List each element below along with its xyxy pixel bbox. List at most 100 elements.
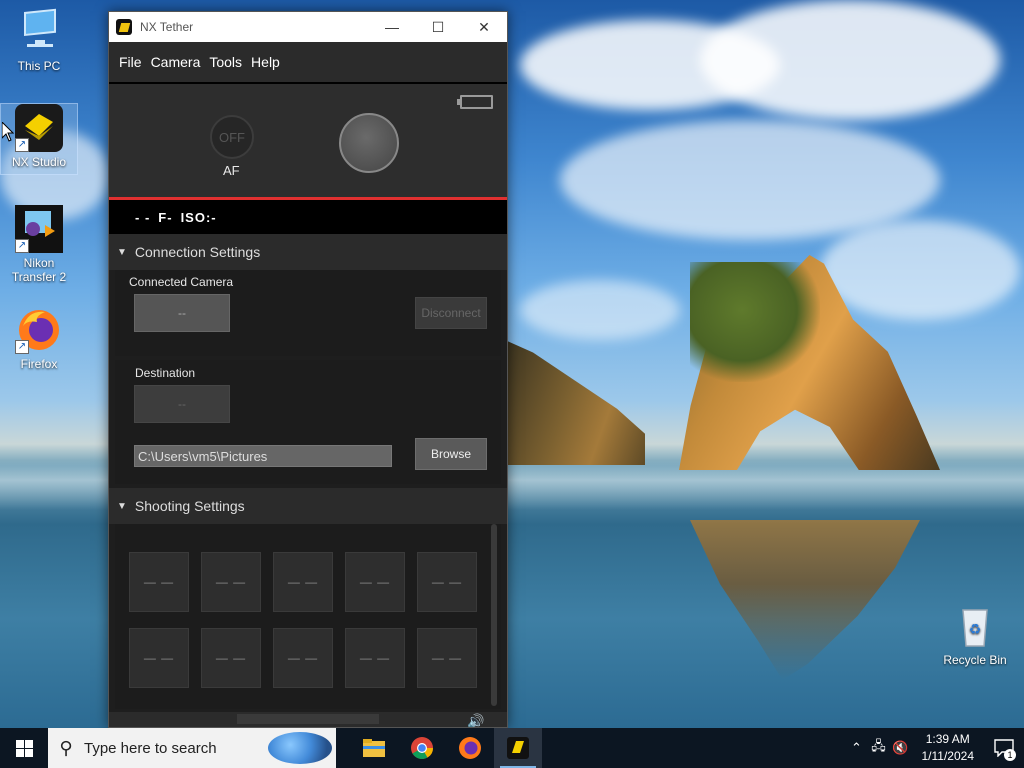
monitor-icon	[15, 8, 63, 56]
connection-settings-header[interactable]: ▼ Connection Settings	[109, 234, 507, 270]
chrome-icon	[411, 737, 433, 759]
shortcut-arrow-icon: ↗	[15, 239, 29, 253]
desktop-icon-recycle-bin[interactable]: ♻ Recycle Bin	[937, 602, 1013, 667]
taskbar-file-explorer[interactable]	[350, 728, 398, 768]
taskbar-nx-tether[interactable]	[494, 728, 542, 768]
mouse-cursor-icon	[2, 122, 14, 142]
firefox-icon: ↗	[15, 306, 63, 354]
menu-tools[interactable]: Tools	[205, 54, 246, 70]
iso-value: ISO:-	[180, 209, 217, 225]
collapse-triangle-icon: ▼	[117, 500, 127, 512]
shortcut-arrow-icon: ↗	[15, 340, 29, 354]
battery-icon	[457, 95, 493, 109]
shooting-setting-tile[interactable]: — —	[129, 552, 189, 612]
shooting-setting-tile[interactable]: — —	[345, 628, 405, 688]
search-placeholder: Type here to search	[84, 739, 217, 757]
vertical-scrollbar[interactable]	[491, 524, 497, 706]
taskbar-firefox[interactable]	[446, 728, 494, 768]
cloud	[820, 220, 1020, 320]
disconnect-button[interactable]: Disconnect	[415, 297, 487, 329]
folder-icon	[363, 739, 385, 757]
connected-camera-panel: Connected Camera -- Disconnect	[115, 270, 501, 356]
menu-bar: File Camera Tools Help	[109, 42, 507, 84]
cloud	[520, 280, 680, 340]
nx-tether-window: NX Tether — ☐ ✕ File Camera Tools Help O…	[108, 11, 508, 728]
svg-text:♻: ♻	[969, 621, 982, 637]
cloud	[560, 120, 940, 240]
notification-count-badge: 1	[1004, 749, 1016, 761]
shooting-settings-panel: — — — — — — — — — — — — — — — — — — — —	[115, 524, 501, 709]
menu-file[interactable]: File	[115, 54, 146, 70]
notification-center-button[interactable]: 1	[984, 728, 1024, 768]
shooting-setting-tile[interactable]: — —	[345, 552, 405, 612]
af-toggle-button[interactable]: OFF	[210, 115, 254, 159]
destination-panel: Destination -- C:\Users\vm5\Pictures Bro…	[115, 360, 501, 484]
menu-camera[interactable]: Camera	[147, 54, 205, 70]
network-icon[interactable]: 🖧	[868, 737, 890, 759]
firefox-icon	[459, 737, 481, 759]
rock-vegetation	[690, 262, 820, 382]
volume-muted-icon[interactable]: 🔇	[890, 740, 912, 756]
shooting-settings-header[interactable]: ▼ Shooting Settings	[109, 488, 507, 524]
taskbar-clock[interactable]: 1:39 AM 1/11/2024	[912, 731, 985, 765]
search-highlight-image	[268, 732, 332, 764]
af-label: AF	[223, 163, 240, 178]
desktop-icon-label: NX Studio	[11, 155, 67, 169]
section-title: Shooting Settings	[134, 498, 245, 514]
chevron-up-icon[interactable]: ⌃	[846, 740, 868, 756]
shooting-setting-tile[interactable]: — —	[417, 552, 477, 612]
nikon-transfer-icon: ↗	[15, 205, 63, 253]
search-icon: ⚲	[59, 737, 73, 758]
aperture-value: F-	[158, 209, 173, 225]
minimize-button[interactable]: —	[369, 12, 415, 42]
title-bar[interactable]: NX Tether — ☐ ✕	[109, 12, 507, 42]
maximize-button[interactable]: ☐	[415, 12, 461, 42]
shortcut-arrow-icon: ↗	[15, 138, 29, 152]
nx-tether-logo-icon	[116, 19, 132, 35]
connected-camera-label: Connected Camera	[129, 275, 234, 289]
rock-reflection	[690, 520, 920, 680]
desktop-icon-nikon-transfer-2[interactable]: ↗ Nikon Transfer 2	[1, 205, 77, 284]
rock-left	[505, 340, 645, 465]
destination-path-field[interactable]: C:\Users\vm5\Pictures	[134, 445, 392, 467]
nx-studio-icon: ↗	[15, 104, 63, 152]
desktop-icon-label: This PC	[17, 59, 61, 73]
recycle-bin-icon: ♻	[951, 602, 999, 650]
close-button[interactable]: ✕	[461, 12, 507, 42]
clock-time: 1:39 AM	[925, 732, 970, 746]
desktop-icon-firefox[interactable]: ↗ Firefox	[1, 306, 77, 371]
taskbar-chrome[interactable]	[398, 728, 446, 768]
windows-logo-icon	[15, 739, 33, 757]
desktop-icon-label: Firefox	[20, 357, 58, 371]
shooting-setting-tile[interactable]: — —	[273, 552, 333, 612]
shooting-settings-grid: — — — — — — — — — — — — — — — — — — — —	[129, 552, 477, 688]
speaker-icon[interactable]: 🔊	[467, 713, 484, 727]
camera-control-panel: OFF AF	[109, 84, 507, 200]
destination-label: Destination	[135, 366, 196, 380]
browse-button[interactable]: Browse	[415, 438, 487, 470]
shooting-setting-tile[interactable]: — —	[201, 628, 261, 688]
connected-camera-value: --	[134, 294, 230, 332]
collapse-triangle-icon: ▼	[117, 246, 127, 258]
exposure-info-bar: - - F- ISO:-	[109, 200, 507, 234]
taskbar: ⚲ Type here to search ⌃ 🖧 🔇 1:39 AM 1/11…	[0, 728, 1024, 768]
shooting-setting-tile[interactable]: — —	[201, 552, 261, 612]
system-tray: ⌃ 🖧 🔇 1:39 AM 1/11/2024 1	[846, 728, 1024, 768]
start-button[interactable]	[0, 728, 48, 768]
shooting-setting-tile[interactable]: — —	[417, 628, 477, 688]
shutter-release-button[interactable]	[339, 113, 399, 173]
desktop-icon-this-pc[interactable]: This PC	[1, 8, 77, 73]
bottom-status-strip: 🔊	[109, 712, 507, 727]
shutter-speed-value: - -	[135, 209, 151, 225]
taskbar-search-box[interactable]: ⚲ Type here to search	[48, 728, 336, 768]
nx-tether-icon	[507, 737, 529, 759]
desktop-icon-label: Recycle Bin	[943, 653, 1007, 667]
section-title: Connection Settings	[134, 244, 261, 260]
menu-help[interactable]: Help	[247, 54, 284, 70]
destination-value: --	[134, 385, 230, 423]
clock-date: 1/11/2024	[921, 749, 975, 763]
shooting-setting-tile[interactable]: — —	[129, 628, 189, 688]
shooting-setting-tile[interactable]: — —	[273, 628, 333, 688]
cloud	[700, 0, 1000, 120]
window-title: NX Tether	[140, 20, 194, 34]
